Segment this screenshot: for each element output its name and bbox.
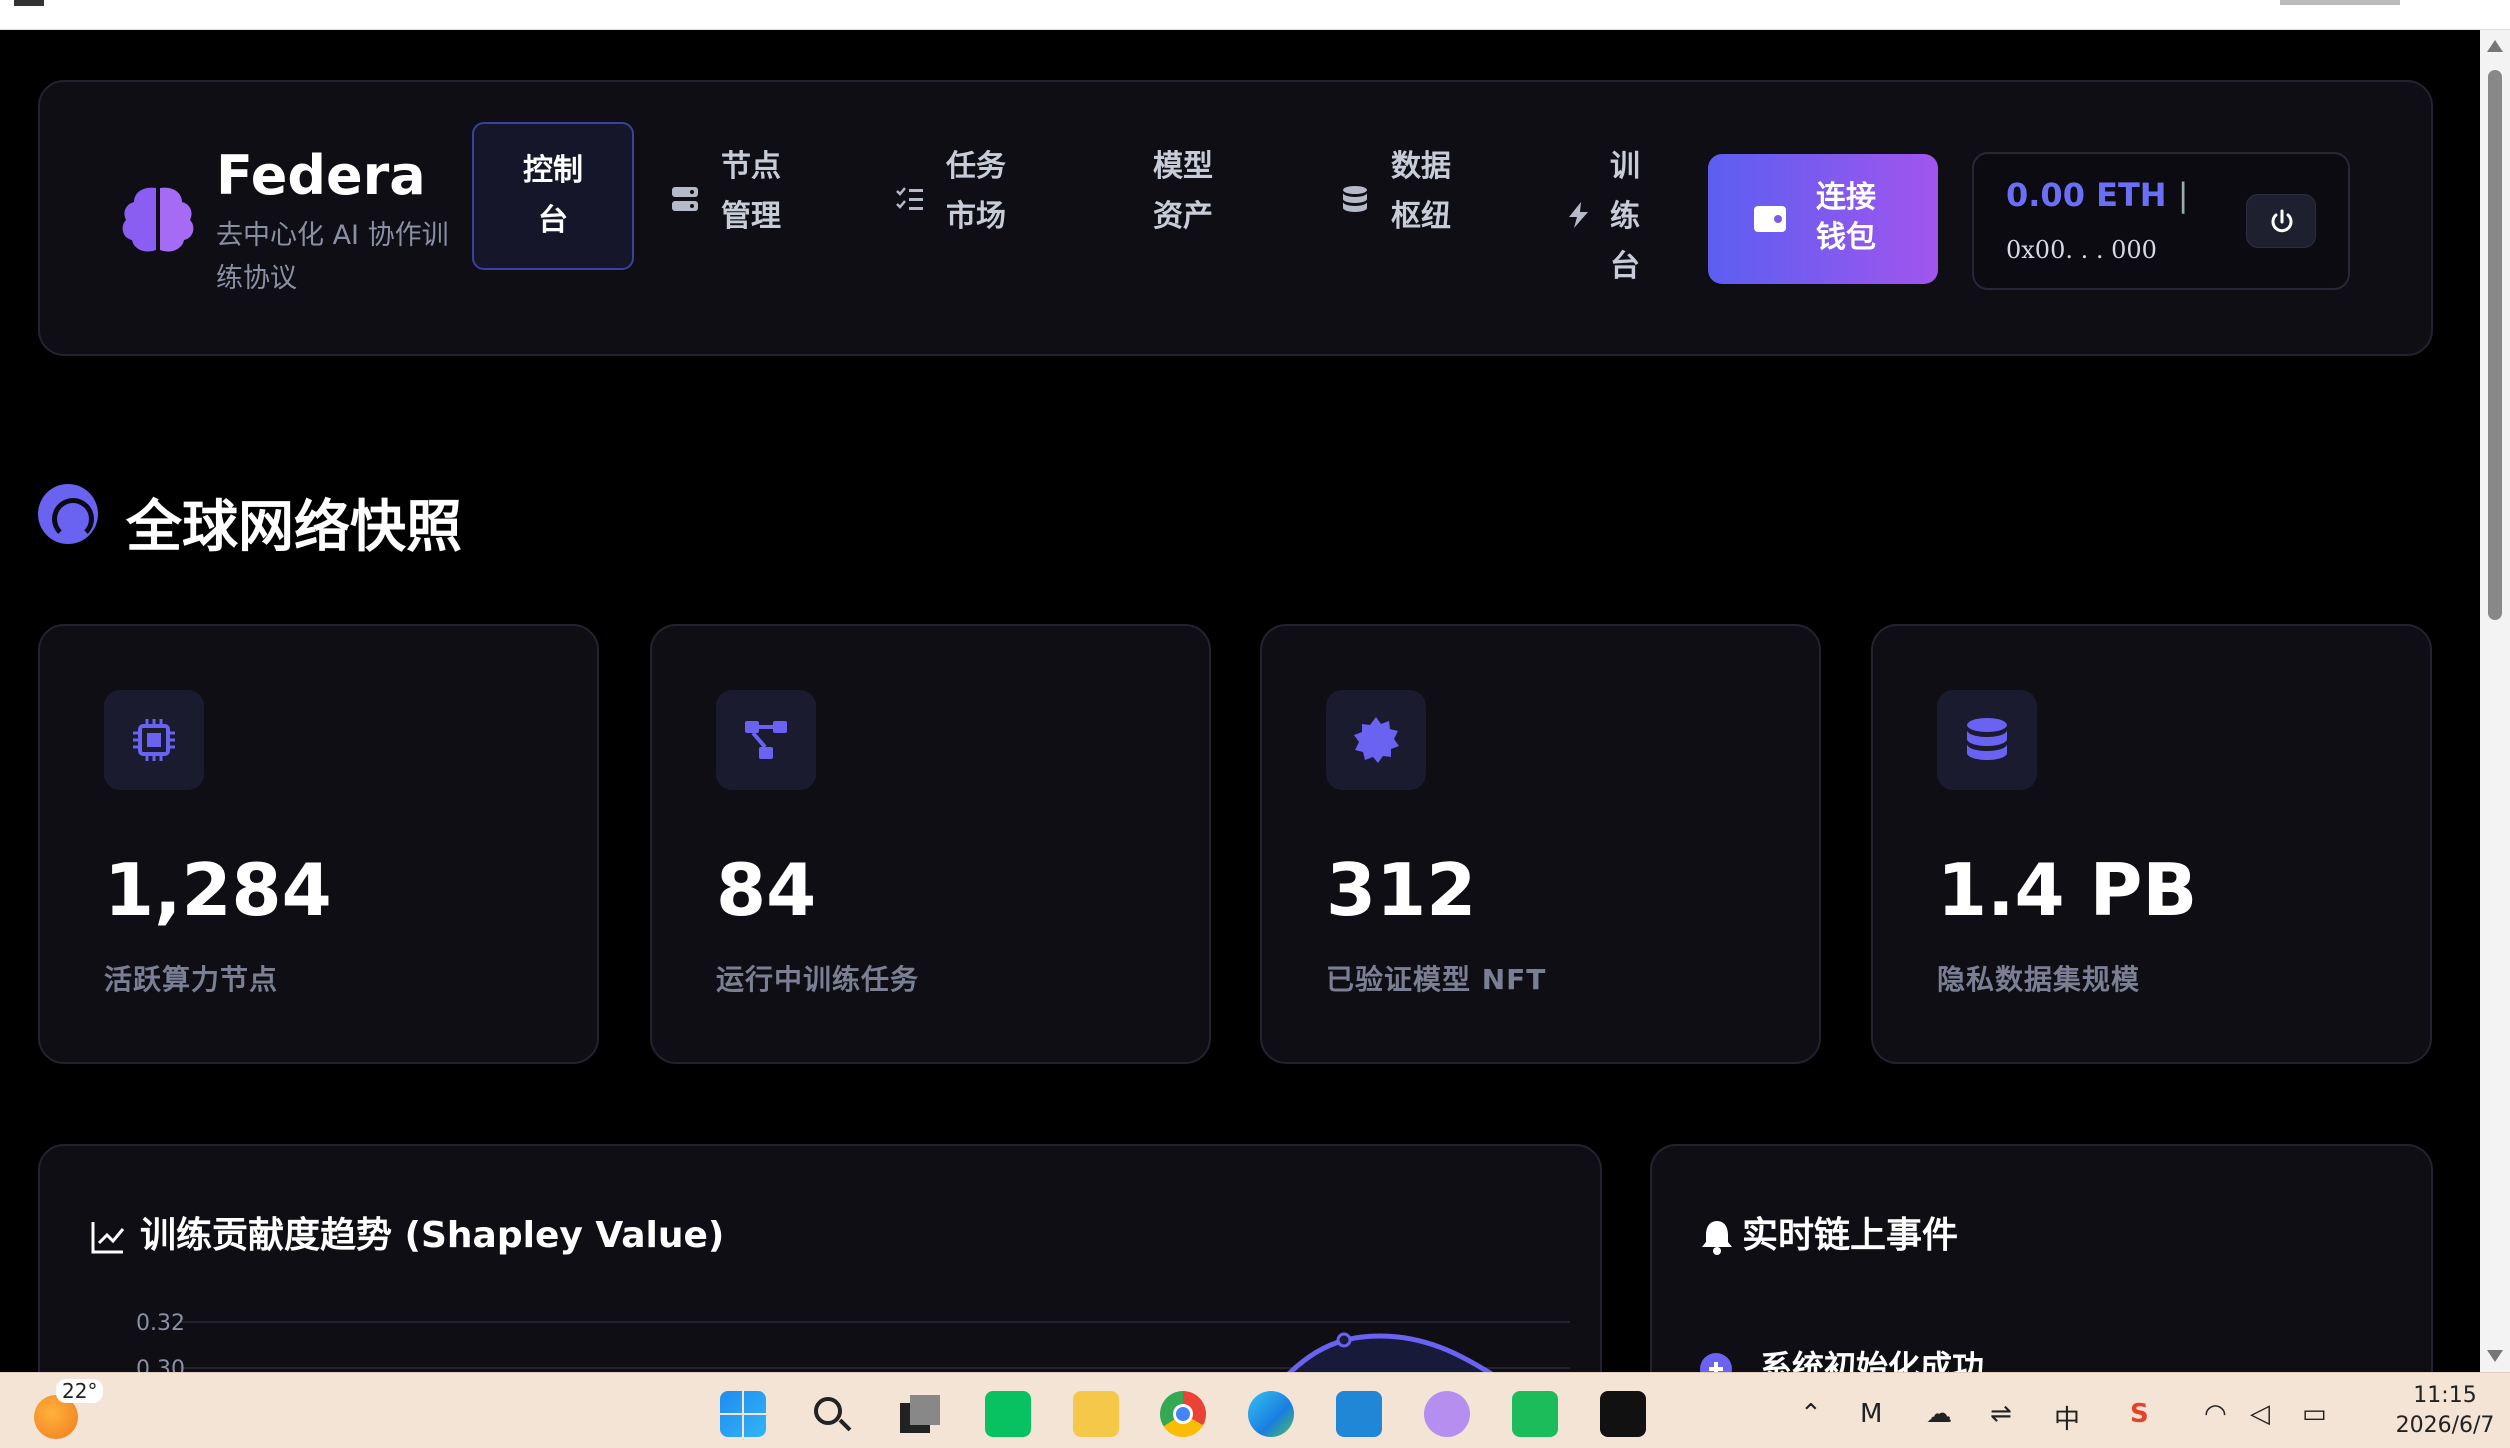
- page-scrollbar[interactable]: [2480, 30, 2510, 1372]
- event-item: 系统初始化成功: [1700, 1342, 1984, 1372]
- stat-label: 活跃算力节点: [104, 963, 279, 996]
- start-windows-icon[interactable]: [720, 1391, 766, 1437]
- top-nav-card: Federa 去中心化 AI 协作训练协议 控制台 节点管理 任务市场 模型资产: [38, 80, 2433, 356]
- nav-dashboard[interactable]: 控制台: [472, 122, 634, 270]
- window-icon: [14, 0, 44, 6]
- brand-subtitle: 去中心化 AI 协作训练协议: [216, 220, 449, 294]
- connect-wallet-label: 连接钱包: [1816, 180, 1876, 255]
- database-icon: [1937, 690, 2037, 790]
- wifi-icon[interactable]: ◠: [2204, 1399, 2227, 1429]
- stat-label: 已验证模型 NFT: [1326, 963, 1547, 996]
- bell-icon: [1702, 1221, 1732, 1255]
- eth-balance: 0.00 ETH |: [2006, 176, 2189, 214]
- stat-value: 312: [1326, 848, 1477, 932]
- vscode-icon[interactable]: [1336, 1391, 1382, 1437]
- series-area: [1290, 1336, 1489, 1372]
- list-check-icon: [896, 187, 923, 210]
- wallet-address: 0x00. . . 000: [2006, 236, 2157, 264]
- brain-logo-icon: [122, 187, 194, 252]
- nav-data-label: 数据枢纽: [1391, 149, 1451, 234]
- trend-chart-card: 训练贡献度趋势 (Shapley Value) 0.32 0.30: [38, 1144, 1602, 1372]
- stat-value: 1,284: [104, 848, 332, 932]
- chart-line-icon: [91, 1222, 125, 1254]
- chat-app-icon[interactable]: [1512, 1391, 1558, 1437]
- y-tick-label: 0.32: [136, 1311, 185, 1336]
- nav-nodes-label: 节点管理: [721, 149, 781, 234]
- search-icon[interactable]: [808, 1391, 854, 1437]
- tray-s-icon[interactable]: S: [2130, 1399, 2149, 1429]
- battery-icon[interactable]: ▭: [2302, 1399, 2327, 1429]
- nav-nodes[interactable]: 节点管理: [670, 142, 840, 262]
- stat-card-data: 1.4 PB 隐私数据集规模: [1871, 624, 2432, 1064]
- tray-cloud-icon[interactable]: ☁: [1926, 1399, 1952, 1429]
- nav-tasks[interactable]: 任务市场: [895, 142, 1065, 262]
- volume-icon[interactable]: ◁: [2250, 1399, 2270, 1429]
- scroll-thumb[interactable]: [2488, 70, 2502, 620]
- nav-train-label: 训练台: [1610, 149, 1640, 284]
- edge-icon[interactable]: [1248, 1391, 1294, 1437]
- clock-date: 2026/6/7: [2395, 1413, 2495, 1438]
- server-icon: [672, 187, 698, 211]
- network-icon: [716, 690, 816, 790]
- disconnect-button[interactable]: [2246, 194, 2316, 248]
- wallet-status: 0.00 ETH | 0x00. . . 000: [1972, 152, 2350, 290]
- y-tick-label: 0.30: [136, 1357, 185, 1372]
- snapshot-title: 全球网络快照: [126, 495, 462, 560]
- stat-value: 84: [716, 848, 817, 932]
- power-icon: [2271, 209, 2293, 233]
- trend-chart: 0.32 0.30: [136, 1311, 1570, 1372]
- wallet-icon: [1754, 206, 1786, 232]
- stat-card-tasks: 84 运行中训练任务: [650, 624, 1211, 1064]
- bolt-icon: [1569, 202, 1588, 228]
- trend-chart-title: 训练贡献度趋势 (Shapley Value): [90, 1206, 724, 1258]
- connect-wallet-button[interactable]: 连接钱包: [1708, 154, 1938, 284]
- ime-indicator[interactable]: 中: [2054, 1399, 2080, 1436]
- data-point[interactable]: [1336, 1332, 1352, 1348]
- nav-models-label: 模型资产: [1153, 149, 1213, 234]
- capcut-icon[interactable]: [1600, 1391, 1646, 1437]
- clock-time: 11:15: [2413, 1383, 2477, 1408]
- wechat-icon[interactable]: [985, 1391, 1031, 1437]
- stat-label: 运行中训练任务: [716, 963, 920, 996]
- stat-card-models: 312 已验证模型 NFT: [1260, 624, 1821, 1064]
- gauge-icon: [38, 484, 98, 544]
- badge-check-icon: [1326, 690, 1426, 790]
- weather-temp: 22°: [56, 1379, 104, 1403]
- chrome-icon[interactable]: [1160, 1391, 1206, 1437]
- browser-top-strip: [0, 0, 2510, 30]
- clock[interactable]: 11:15 2026/6/7: [2360, 1381, 2510, 1441]
- events-title: 实时链上事件: [1700, 1206, 1958, 1258]
- events-card: 实时链上事件 系统初始化成功: [1650, 1144, 2433, 1372]
- scroll-up-arrow-icon[interactable]: [2487, 40, 2503, 52]
- database-icon: [1343, 186, 1367, 212]
- nav-train[interactable]: 训练台: [1564, 142, 1684, 292]
- tray-sliders-icon[interactable]: ⇌: [1990, 1399, 2012, 1429]
- stat-label: 隐私数据集规模: [1937, 963, 2141, 996]
- task-view-icon[interactable]: [896, 1391, 942, 1437]
- nav-dashboard-label: 控制台: [523, 153, 583, 238]
- nav-models[interactable]: 模型资产: [1150, 142, 1260, 262]
- event-text: 系统初始化成功: [1760, 1348, 1985, 1372]
- nav-tasks-label: 任务市场: [946, 149, 1006, 234]
- window-controls: [2280, 0, 2400, 5]
- stat-value: 1.4 PB: [1937, 848, 2198, 932]
- stat-card-nodes: 1,284 活跃算力节点: [38, 624, 599, 1064]
- cat-app-icon[interactable]: [1424, 1391, 1470, 1437]
- app-viewport: Federa 去中心化 AI 协作训练协议 控制台 节点管理 任务市场 模型资产: [0, 30, 2480, 1372]
- nav-data[interactable]: 数据枢纽: [1340, 142, 1510, 262]
- tray-chevron-icon[interactable]: ⌃: [1800, 1399, 1822, 1429]
- tray-app-icon[interactable]: M: [1860, 1399, 1882, 1429]
- file-explorer-icon[interactable]: [1073, 1391, 1119, 1437]
- scroll-down-arrow-icon[interactable]: [2487, 1350, 2503, 1362]
- cpu-icon: [104, 690, 204, 790]
- brand-title: Federa: [216, 144, 426, 207]
- plus-circle-icon: [1700, 1353, 1732, 1372]
- os-taskbar: 22° ⌃ M ☁ ⇌ 中 S ◠ ◁ ▭ 11:15 2026/6/7: [0, 1372, 2510, 1448]
